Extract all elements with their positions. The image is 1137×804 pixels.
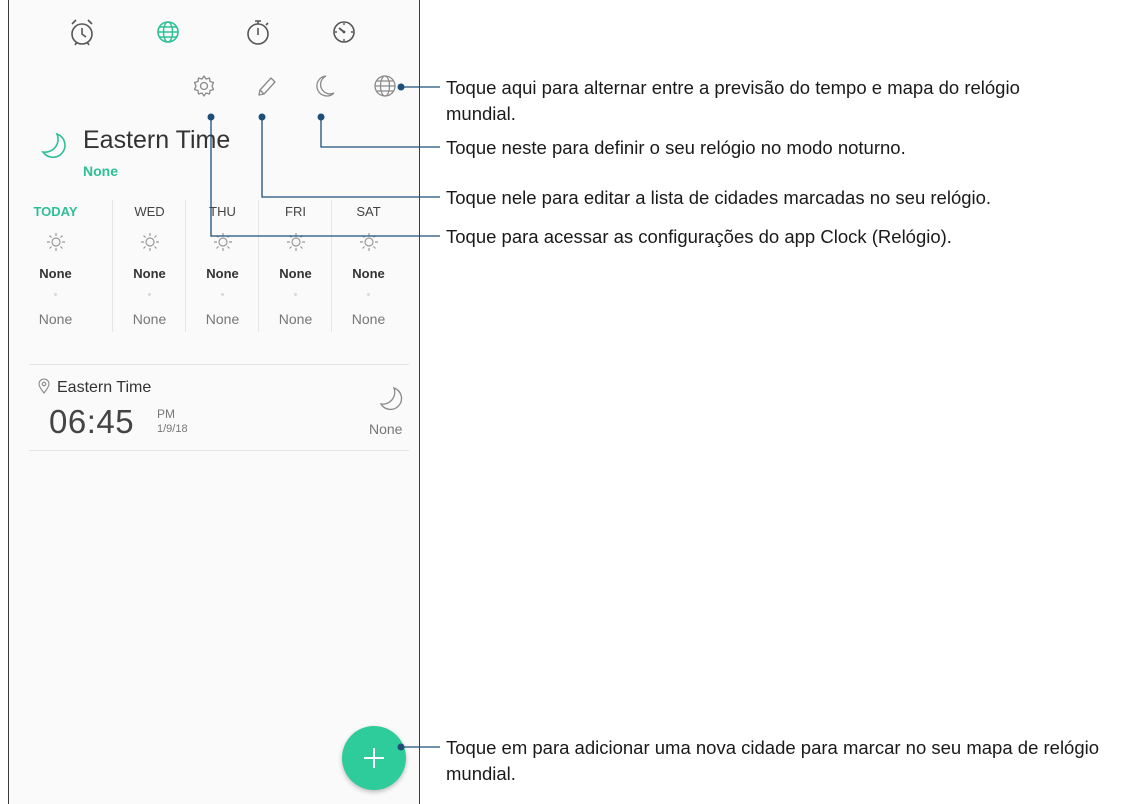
forecast-day-label: THU — [209, 204, 236, 219]
alarm-clock-icon — [71, 19, 93, 46]
divider — [29, 450, 409, 451]
globe-icon — [157, 21, 179, 43]
gear-icon — [193, 75, 215, 97]
callout-edit-cities: Toque nele para editar a lista de cidade… — [446, 187, 992, 208]
forecast-low: None — [38, 311, 73, 327]
forecast-day: SAT None None — [331, 200, 405, 332]
moon-icon — [316, 75, 335, 97]
forecast-day: TODAY None None — [9, 200, 112, 332]
forecast-day-label: TODAY — [33, 204, 78, 219]
forecast-low: None — [132, 311, 167, 327]
city-name: Eastern Time — [57, 379, 152, 396]
forecast-high: None — [133, 266, 166, 281]
weather-condition: None — [83, 163, 118, 179]
city-condition: None — [369, 421, 403, 437]
forecast-low: None — [278, 311, 313, 327]
divider — [29, 364, 409, 365]
settings-button[interactable] — [189, 70, 219, 102]
forecast-day-label: FRI — [285, 204, 306, 219]
night-mode-button[interactable] — [310, 70, 340, 102]
callout-add-city: Toque em para adicionar uma nova cidade … — [446, 737, 1100, 784]
sun-icon — [360, 233, 378, 251]
forecast-low: None — [205, 311, 240, 327]
city-time: 06:45 — [49, 403, 135, 440]
sun-icon — [214, 233, 232, 251]
forecast-dot — [367, 293, 370, 296]
toolbar — [9, 70, 419, 106]
plus-icon — [364, 748, 384, 768]
callout-weather-map-toggle: Toque aqui para alternar entre a previsã… — [446, 77, 1020, 124]
city-list-item[interactable]: Eastern Time 06:45 PM 1/9/18 None — [37, 374, 417, 449]
city-date: 1/9/18 — [157, 423, 188, 435]
forecast-dot — [221, 293, 224, 296]
forecast-high: None — [279, 266, 312, 281]
forecast-dot — [54, 293, 57, 296]
tab-timer[interactable] — [326, 14, 362, 50]
sun-icon — [47, 233, 65, 251]
weather-map-toggle-button[interactable] — [370, 70, 400, 102]
location-pin-icon — [38, 378, 50, 394]
moon-icon — [41, 132, 66, 159]
stopwatch-icon — [247, 20, 269, 45]
add-city-button[interactable] — [342, 726, 406, 790]
forecast-day: WED None None — [112, 200, 186, 332]
timer-icon — [333, 21, 355, 43]
forecast-strip: TODAY None None WED None None THU None N… — [33, 200, 410, 340]
moon-icon — [379, 386, 403, 411]
sun-icon — [141, 233, 159, 251]
tab-world-clock[interactable] — [150, 14, 186, 50]
sun-icon — [287, 233, 305, 251]
forecast-high: None — [39, 266, 72, 281]
forecast-day-label: SAT — [356, 204, 381, 219]
city-ampm: PM — [157, 407, 175, 421]
pencil-icon — [258, 77, 276, 96]
forecast-day: FRI None None — [258, 200, 332, 332]
callout-settings: Toque para acessar as configurações do a… — [446, 226, 952, 247]
forecast-day: THU None None — [185, 200, 259, 332]
city-title: Eastern Time — [83, 126, 231, 154]
forecast-high: None — [352, 266, 385, 281]
callout-night-mode: Toque neste para definir o seu relógio n… — [446, 137, 906, 158]
forecast-dot — [148, 293, 151, 296]
forecast-high: None — [206, 266, 239, 281]
tab-alarm[interactable] — [64, 14, 100, 50]
forecast-low: None — [351, 311, 386, 327]
globe-icon — [374, 75, 396, 97]
tab-stopwatch[interactable] — [240, 14, 276, 50]
clock-app-screen: Eastern Time None TODAY None None WED No… — [8, 0, 420, 804]
tab-bar — [9, 0, 419, 64]
forecast-dot — [294, 293, 297, 296]
edit-cities-button[interactable] — [250, 70, 280, 102]
forecast-day-label: WED — [134, 204, 165, 219]
